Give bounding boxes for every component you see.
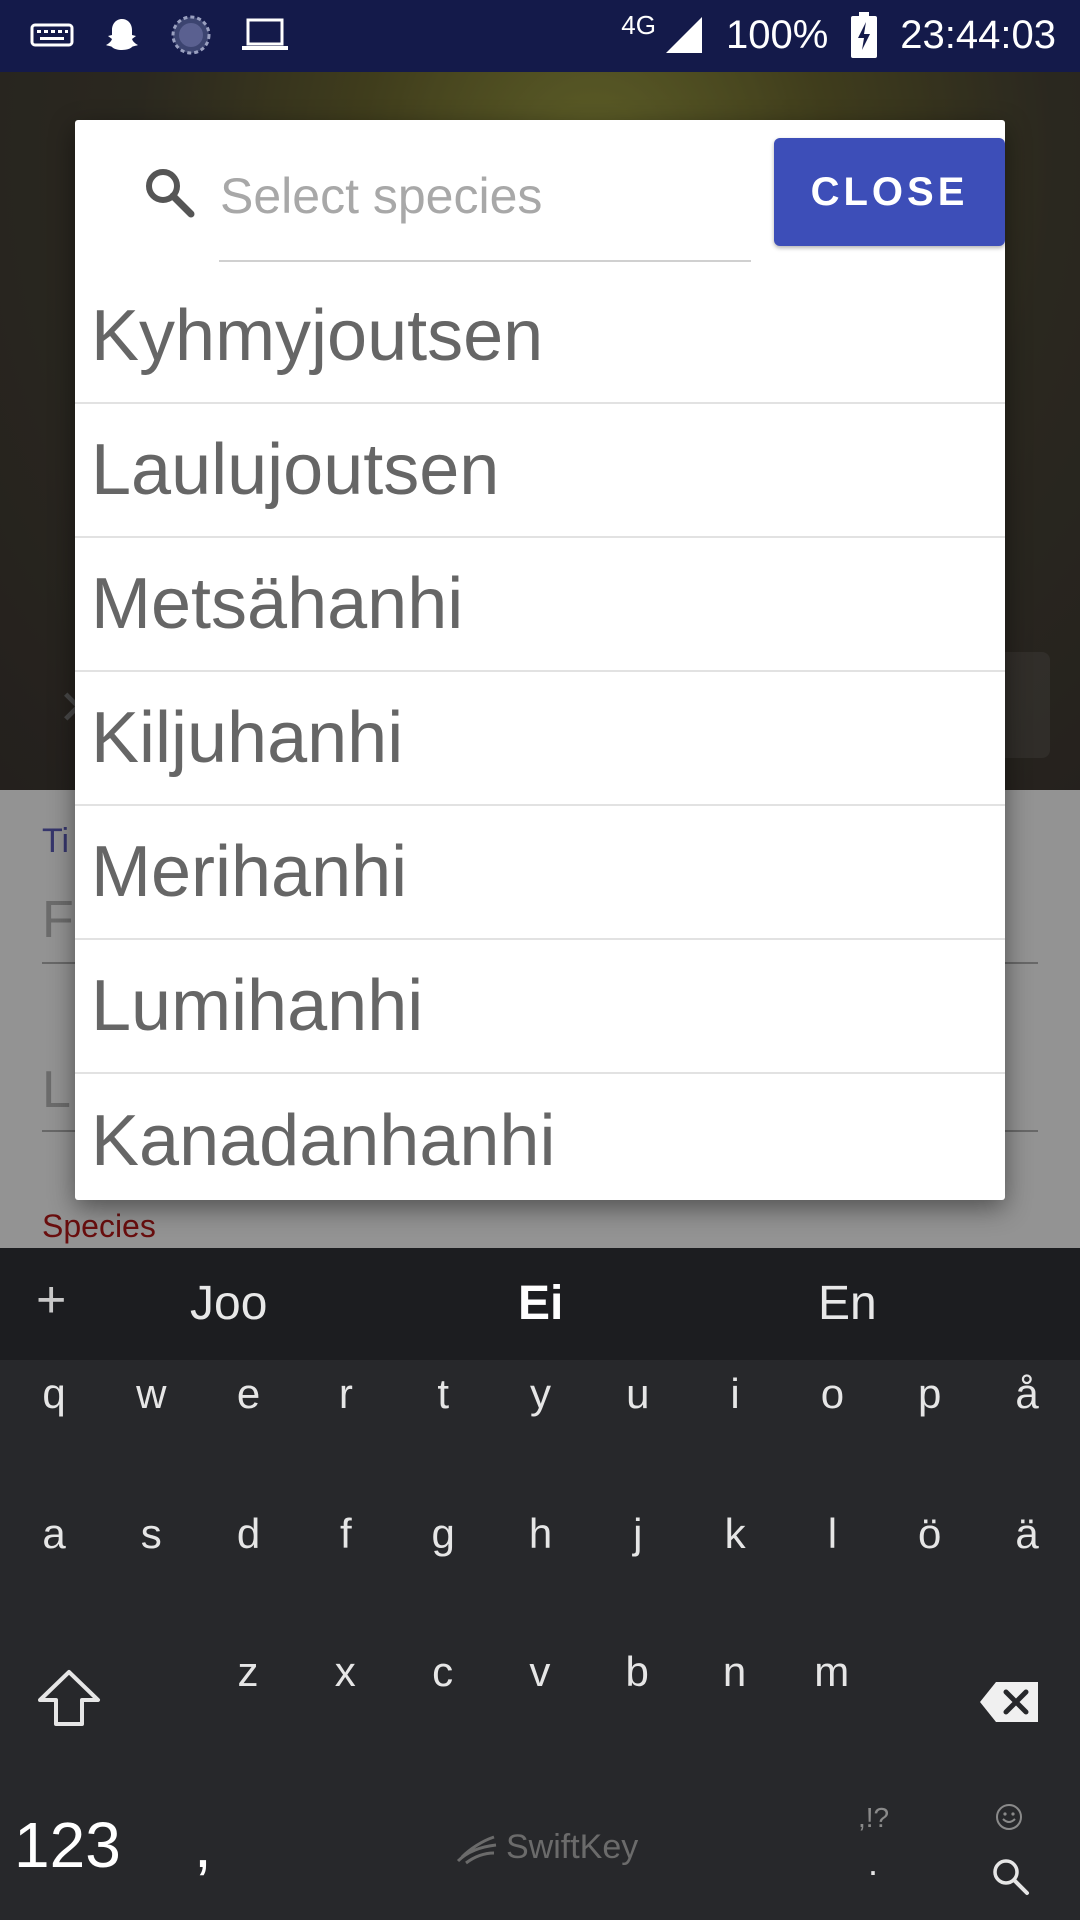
plus-icon[interactable]: + [36,1270,66,1330]
suggestion-left[interactable]: Joo [190,1276,267,1331]
species-list-item[interactable]: Lumihanhi [75,940,1005,1074]
species-list-item[interactable]: Laulujoutsen [75,404,1005,538]
key-row1-5[interactable]: y [511,1370,571,1418]
key-row1-2[interactable]: e [219,1370,279,1418]
keyboard-icon [30,23,74,47]
network-type: 4G [621,9,656,40]
status-bar: 4G 100% 23:44:03 [0,0,1080,72]
key-row1-8[interactable]: o [802,1370,862,1418]
spacebar[interactable]: SwiftKey [454,1828,638,1867]
emoji-icon[interactable] [994,1802,1024,1832]
key-row2-4[interactable]: g [413,1510,473,1558]
key-row2-2[interactable]: d [219,1510,279,1558]
signal-icon [665,17,702,53]
key-row1-4[interactable]: t [413,1370,473,1418]
key-row3-1[interactable]: x [315,1648,375,1696]
suggestion-right[interactable]: En [818,1276,877,1331]
key-row1-6[interactable]: u [608,1370,668,1418]
species-list-item[interactable]: Metsähanhi [75,538,1005,672]
snapchat-icon [106,19,138,50]
species-picker-dialog: CLOSE Kyhmyjoutsen Laulujoutsen Metsähan… [75,120,1005,1200]
battery-charging-icon [851,12,878,58]
key-row1-9[interactable]: p [900,1370,960,1418]
key-row3-5[interactable]: n [705,1648,765,1696]
backspace-icon[interactable] [978,1680,1042,1724]
search-icon [146,169,195,218]
key-row1-3[interactable]: r [316,1370,376,1418]
suggestion-bar: + Joo Ei En [0,1248,1080,1360]
species-list-item[interactable]: Kanadanhanhi [75,1074,1005,1200]
swiftkey-brand: SwiftKey [506,1828,639,1866]
key-row1-1[interactable]: w [121,1370,181,1418]
key-row1-7[interactable]: i [705,1370,765,1418]
shift-icon[interactable] [34,1668,104,1728]
key-row3-3[interactable]: v [510,1648,570,1696]
loading-icon [171,15,211,55]
punctuation-hint: ,!? [858,1802,890,1833]
key-row2-0[interactable]: a [24,1510,84,1558]
key-row2-5[interactable]: h [511,1510,571,1558]
close-button[interactable]: CLOSE [774,138,1005,246]
numbers-key[interactable]: 123 [14,1808,121,1882]
key-row2-9[interactable]: ö [900,1510,960,1558]
key-row2-10[interactable]: ä [997,1510,1057,1558]
soft-keyboard: + Joo Ei En qwertyuiopå asdfghjklöä zxcvbn… [0,1248,1080,1920]
key-row3-6[interactable]: m [802,1648,862,1696]
keyboard-search-icon[interactable] [990,1856,1030,1896]
suggestion-middle[interactable]: Ei [518,1276,563,1331]
key-row3-4[interactable]: b [607,1648,667,1696]
search-underline [219,260,751,262]
search-row: CLOSE [75,120,1005,270]
key-row2-7[interactable]: k [705,1510,765,1558]
species-list: Kyhmyjoutsen Laulujoutsen Metsähanhi Kil… [75,270,1005,1200]
key-row1-10[interactable]: å [997,1370,1057,1418]
battery-percent: 100% [725,12,829,57]
key-row2-3[interactable]: f [316,1510,376,1558]
key-row2-8[interactable]: l [802,1510,862,1558]
species-list-item[interactable]: Merihanhi [75,806,1005,940]
key-row3-2[interactable]: c [413,1648,473,1696]
key-row2-6[interactable]: j [608,1510,668,1558]
species-search-input[interactable] [220,156,750,236]
clock: 23:44:03 [900,12,1056,57]
key-row2-1[interactable]: s [121,1510,181,1558]
species-list-item[interactable]: Kiljuhanhi [75,672,1005,806]
laptop-icon [242,18,288,50]
period-key[interactable]: . [868,1842,878,1884]
comma-key[interactable]: , [194,1808,212,1882]
species-list-item[interactable]: Kyhmyjoutsen [75,270,1005,404]
swiftkey-logo-icon [456,1835,497,1864]
key-row3-0[interactable]: z [218,1648,278,1696]
key-row1-0[interactable]: q [24,1370,84,1418]
